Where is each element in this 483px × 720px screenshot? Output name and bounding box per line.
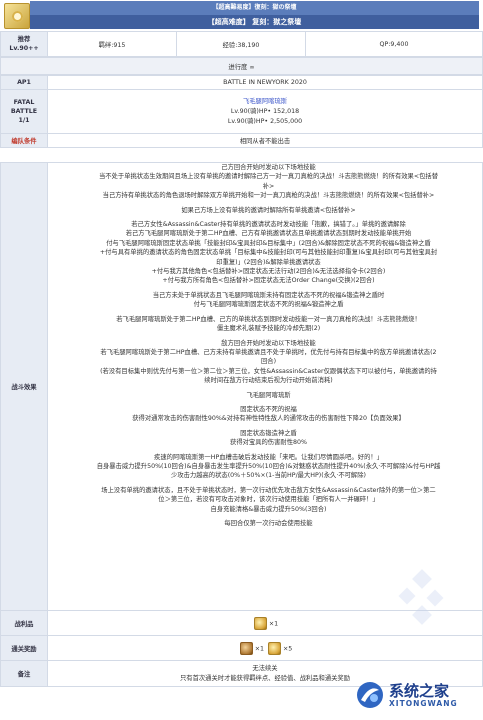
quest-header: 【超高難易度】復刻：獄の祭壇 【超高难度】 复刻：獄之祭壇 xyxy=(0,0,483,31)
effect-line: 己方回合开始时发动以下场地技能 xyxy=(221,164,316,171)
effects-label: 战斗效果 xyxy=(0,162,48,611)
quest-banner-top: 【超高難易度】復刻：獄の祭壇 xyxy=(30,1,479,15)
effect-line: 如果己方场上没有单挑的邀请时解除所有单挑邀请<包括替补> xyxy=(181,206,356,214)
effects-table: 战斗效果 己方回合开始时发动以下场地技能当不处于单挑状态生效期间且场上没有单挑的… xyxy=(0,162,483,611)
battle-name: BATTLE IN NEWYORK 2020 xyxy=(47,75,483,90)
watermark-logo-icon xyxy=(357,682,383,708)
effect-line: 若飞毛腿阿喀琉斯处于第二HP血槽、己方未持有单挑邀请且不处于单挑时，优先付与持有… xyxy=(100,348,437,356)
drop-count: ×1 xyxy=(268,620,279,627)
effect-line: 当己方持有单挑状态的角色退场时解除双方单挑开始和一对一真刀真枪的决战！斗志熊熊燃… xyxy=(102,192,435,200)
effect-line: 敌方回合开始时发动以下场地技能 xyxy=(221,339,316,347)
enemy-hp-2: Lv.90(骑)HP• 2,505,000 xyxy=(227,117,303,125)
effect-line: 补> xyxy=(262,182,275,190)
effect-line: 当己方未处于单挑状态且飞毛腿阿喀琉斯未持有固定状态不死的祝福&锻造神之盾时 xyxy=(152,291,385,299)
effect-line: 飞毛腿阿喀琉斯 xyxy=(246,391,291,399)
qp-value: QP:9,400 xyxy=(305,31,483,57)
notes-label: 备注 xyxy=(0,660,48,687)
effect-line: 固定状态锻造神之盾 xyxy=(240,429,297,437)
formation-label: 编队条件 xyxy=(0,133,48,148)
effect-line: 场上没有单挑的邀请状态，且不处于单挑状态时，第一次行动优先攻击敌方女性&Assa… xyxy=(101,486,436,494)
effect-line: +付与我方其他角色<包括替补>固定状态无法行动(2回合)&无法选择指令卡(2回合… xyxy=(151,268,386,276)
notes-line-1: 无法续关 xyxy=(252,664,278,672)
exp-value: 经验:38,190 xyxy=(176,31,306,57)
quest-info-table: 推荐 Lv.90++ 羁绊:915 经验:38,190 QP:9,400 xyxy=(0,31,483,57)
reward-count-1: ×1 xyxy=(254,645,264,652)
fatal-battle-label: FATAL BATTLE 1/1 xyxy=(0,89,48,134)
effect-line: 回合) xyxy=(260,358,277,366)
effect-line: 僵主魔术礼装赋予技能的冷却先期(2) xyxy=(216,325,321,333)
formation-value: 相同从者不能出击 xyxy=(47,133,483,148)
progress-label: 进行度 ∞ xyxy=(0,57,483,75)
bond-value: 羁绊:915 xyxy=(47,31,177,57)
effect-line: 疾速的阿喀琉斯第一HP血槽击破后发动技能「来吧。让我们尽情圆杀吧。好的！」 xyxy=(154,453,383,461)
progress-table: 进行度 ∞ xyxy=(0,57,483,75)
quest-class-icon xyxy=(4,3,30,29)
effect-line: 自身暴击威力提升50%(10回合)&自身暴击发生率提升50%(10回合)&对魅惑… xyxy=(96,462,441,470)
reward-item-icon-1[interactable] xyxy=(239,641,253,655)
effect-line: +付与我方所有角色<包括替补>固定状态无法Order Change(交换)(2回… xyxy=(162,277,375,285)
effect-line: 少攻击力越高的状态(0%＋50%×(1-当前HP/最大HP)(永久·不可解除) xyxy=(171,472,366,480)
drop-item-icon[interactable] xyxy=(253,616,267,630)
enemy-name-link[interactable]: 飞毛腿阿喀琉斯 xyxy=(51,97,479,107)
quest-page: 【超高難易度】復刻：獄の祭壇 【超高难度】 复刻：獄之祭壇 推荐 Lv.90++… xyxy=(0,0,483,720)
effect-line: 若飞毛腿阿喀琉斯处于第二HP血槽、己方的单挑状态到期时发动技能一对一真刀真枪的决… xyxy=(116,315,421,323)
effect-line: 获得对宝具的伤害耐性80% xyxy=(230,439,307,447)
effect-line: 固定状态不死的祝福 xyxy=(240,405,297,413)
effects-list: 己方回合开始时发动以下场地技能当不处于单挑状态生效期间且场上没有单挑的邀请时解除… xyxy=(48,163,483,528)
effect-line: 付与飞毛腿阿喀琉斯固定状态不死的祝福&锻造神之盾 xyxy=(193,301,344,309)
ap-label: AP1 xyxy=(0,75,48,90)
quest-banner-title: 【超高难度】 复刻：獄之祭壇 xyxy=(30,15,479,29)
effect-line: 若己方女性&Assassin&Caster持有单挑的邀请状态时发动技能「抱歉，搞… xyxy=(131,221,406,229)
effect-line: 每回合仅第一次行动会使用技能 xyxy=(224,520,313,527)
battle-table: AP1 BATTLE IN NEWYORK 2020 FATAL BATTLE … xyxy=(0,75,483,148)
effect-line: 若己方飞毛腿阿喀琉斯处于第二HP血槽、己方有单挑邀请状态且单挑邀请状态到期时发动… xyxy=(125,230,412,238)
effect-line: (若没有目标集中则优先付与第一位＞第二位＞第三位，女性&Assassin&Cas… xyxy=(100,367,437,375)
drops-label: 战利品 xyxy=(0,610,48,636)
recommend-level-label: 推荐 Lv.90++ xyxy=(0,31,48,57)
effect-line: 续时间在敌方行动结束后视为行动开始前消耗) xyxy=(204,377,333,385)
effect-line: 当不处于单挑状态生效期间且场上没有单挑的邀请时解除己方一对一真刀真枪的决战！斗志… xyxy=(98,173,438,181)
enemy-hp-1: Lv.90(骑)HP• 152,018 xyxy=(230,107,300,115)
effect-line: 自身充能清格&暴击威力提升50%(3回合) xyxy=(210,505,327,513)
effect-line: 印重复)」(2回合)&解除单挑邀请状态 xyxy=(216,258,321,266)
effect-line: 获得对通常攻击的伤害耐性90%&对持有神性特性敌人的通常攻击的伤害耐性下降20【… xyxy=(132,415,405,423)
clear-reward-label: 通关奖励 xyxy=(0,635,48,661)
reward-item-icon-2[interactable] xyxy=(268,641,281,655)
effect-line: 位＞第三位，若没有可攻击对象时，该次行动使用技能「把所有人一并碾碎！」 xyxy=(158,496,379,504)
watermark-brand: 系统之家 xyxy=(389,682,450,700)
watermark-subtitle: XITONGWANG xyxy=(389,699,458,708)
reward-count-2: ×5 xyxy=(283,645,293,652)
decorative-pattern-icon xyxy=(398,569,444,625)
effect-line: +付与具有单挑的邀请状态的角色固定状态单挑「目标集中&技能封印(可与其他技能封印… xyxy=(99,249,438,257)
effect-line: 付与飞毛腿阿喀琉斯固定状态单挑「技能封印&宝具封印&目标集中」(2回合)&解除固… xyxy=(106,239,431,247)
site-watermark: 系统之家 XITONGWANG xyxy=(355,676,475,714)
